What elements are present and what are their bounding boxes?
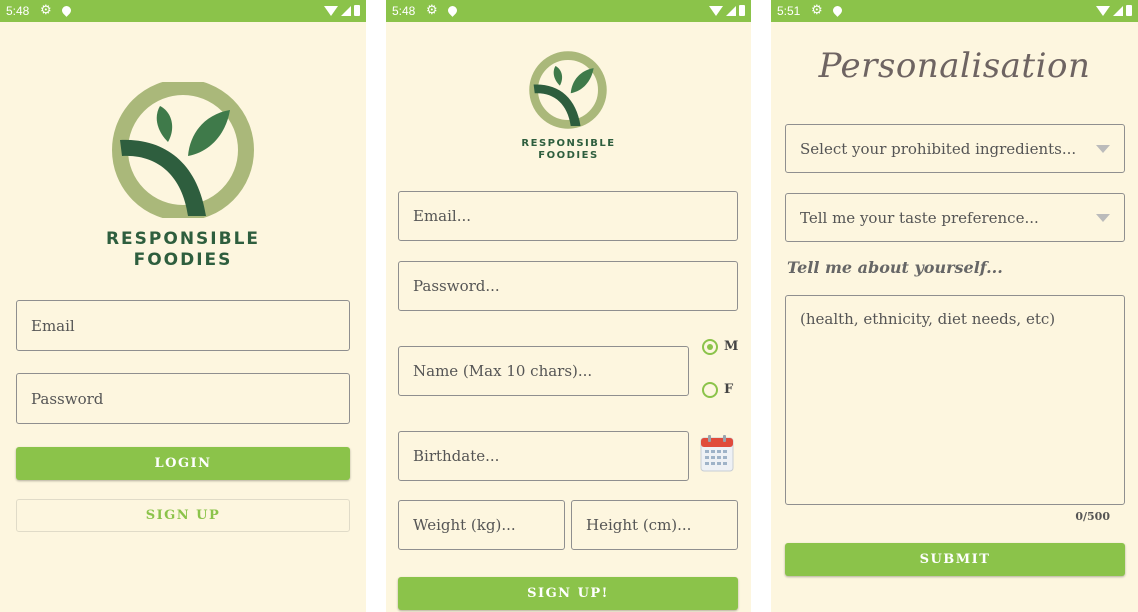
notification-icon — [60, 4, 73, 17]
weight-field[interactable]: Weight (kg)... — [398, 500, 565, 550]
settings-icon: ⚙ — [811, 2, 823, 17]
brand-line-2: FOODIES — [538, 150, 599, 161]
email-field[interactable]: Email — [16, 300, 350, 351]
status-bar: 5:51 ⚙ — [771, 0, 1138, 22]
page-title: Personalisation — [818, 46, 1091, 86]
prohibited-ingredients-placeholder: Select your prohibited ingredients... — [800, 139, 1077, 158]
login-screen: 5:48 ⚙ RESPONSIBLE FOODIES Email Passwor… — [0, 0, 366, 612]
password-field[interactable]: Password — [16, 373, 350, 424]
battery-icon — [1126, 5, 1132, 17]
personalisation-screen: 5:51 ⚙ Personalisation Select your prohi… — [771, 0, 1138, 612]
status-bar: 5:48 ⚙ — [0, 0, 366, 22]
gender-radio-f[interactable] — [702, 382, 718, 398]
password-placeholder: Password... — [413, 277, 500, 295]
birthdate-field[interactable]: Birthdate... — [398, 431, 689, 481]
responsible-foodies-logo — [529, 51, 607, 129]
signal-icon — [726, 5, 736, 16]
chevron-down-icon — [1096, 144, 1110, 153]
system-icons — [324, 3, 360, 17]
about-heading: Tell me about yourself... — [787, 258, 1003, 277]
wifi-icon — [1096, 5, 1110, 16]
battery-icon — [354, 5, 360, 17]
system-icons — [1096, 3, 1132, 17]
height-field[interactable]: Height (cm)... — [571, 500, 738, 550]
name-placeholder: Name (Max 10 chars)... — [413, 362, 593, 380]
signup-screen: 5:48 ⚙ RESPONSIBLE FOODIES Email... Pass… — [386, 0, 751, 612]
status-time: 5:51 — [777, 4, 801, 18]
notification-icon — [831, 4, 844, 17]
birthdate-placeholder: Birthdate... — [413, 447, 500, 465]
taste-preference-placeholder: Tell me your taste preference... — [800, 208, 1039, 227]
login-button[interactable]: LOGIN — [16, 447, 350, 480]
password-placeholder: Password — [31, 389, 104, 408]
calendar-icon[interactable] — [700, 434, 734, 472]
chevron-down-icon — [1096, 213, 1110, 222]
notification-icon — [446, 4, 459, 17]
about-textarea[interactable]: (health, ethnicity, diet needs, etc) — [785, 295, 1125, 505]
status-bar: 5:48 ⚙ — [386, 0, 751, 22]
signal-icon — [1113, 5, 1123, 16]
signal-icon — [341, 5, 351, 16]
about-placeholder: (health, ethnicity, diet needs, etc) — [800, 310, 1056, 328]
wifi-icon — [709, 5, 723, 16]
system-icons — [709, 3, 745, 17]
email-placeholder: Email... — [413, 207, 472, 225]
email-placeholder: Email — [31, 316, 75, 335]
weight-placeholder: Weight (kg)... — [413, 516, 516, 534]
settings-icon: ⚙ — [40, 2, 52, 17]
brand-line-1: RESPONSIBLE — [105, 229, 261, 249]
taste-preference-dropdown[interactable]: Tell me your taste preference... — [785, 193, 1125, 242]
name-field[interactable]: Name (Max 10 chars)... — [398, 346, 689, 396]
gender-label-m: M — [724, 339, 739, 354]
brand-name: RESPONSIBLE FOODIES — [0, 229, 366, 271]
brand-name: RESPONSIBLE FOODIES — [386, 138, 751, 162]
gender-label-f: F — [724, 382, 734, 397]
battery-icon — [739, 5, 745, 17]
gender-radio-m[interactable] — [702, 339, 718, 355]
brand-line-2: FOODIES — [133, 250, 233, 270]
char-counter: 0/500 — [1075, 510, 1110, 523]
responsible-foodies-logo — [112, 82, 254, 218]
submit-button[interactable]: SUBMIT — [785, 543, 1125, 576]
signup-submit-button[interactable]: SIGN UP! — [398, 577, 738, 610]
settings-icon: ⚙ — [426, 2, 438, 17]
status-time: 5:48 — [392, 4, 416, 18]
status-time: 5:48 — [6, 4, 30, 18]
password-field[interactable]: Password... — [398, 261, 738, 311]
brand-line-1: RESPONSIBLE — [521, 138, 616, 149]
email-field[interactable]: Email... — [398, 191, 738, 241]
height-placeholder: Height (cm)... — [586, 516, 692, 534]
prohibited-ingredients-dropdown[interactable]: Select your prohibited ingredients... — [785, 124, 1125, 173]
wifi-icon — [324, 5, 338, 16]
signup-button[interactable]: SIGN UP — [16, 499, 350, 532]
